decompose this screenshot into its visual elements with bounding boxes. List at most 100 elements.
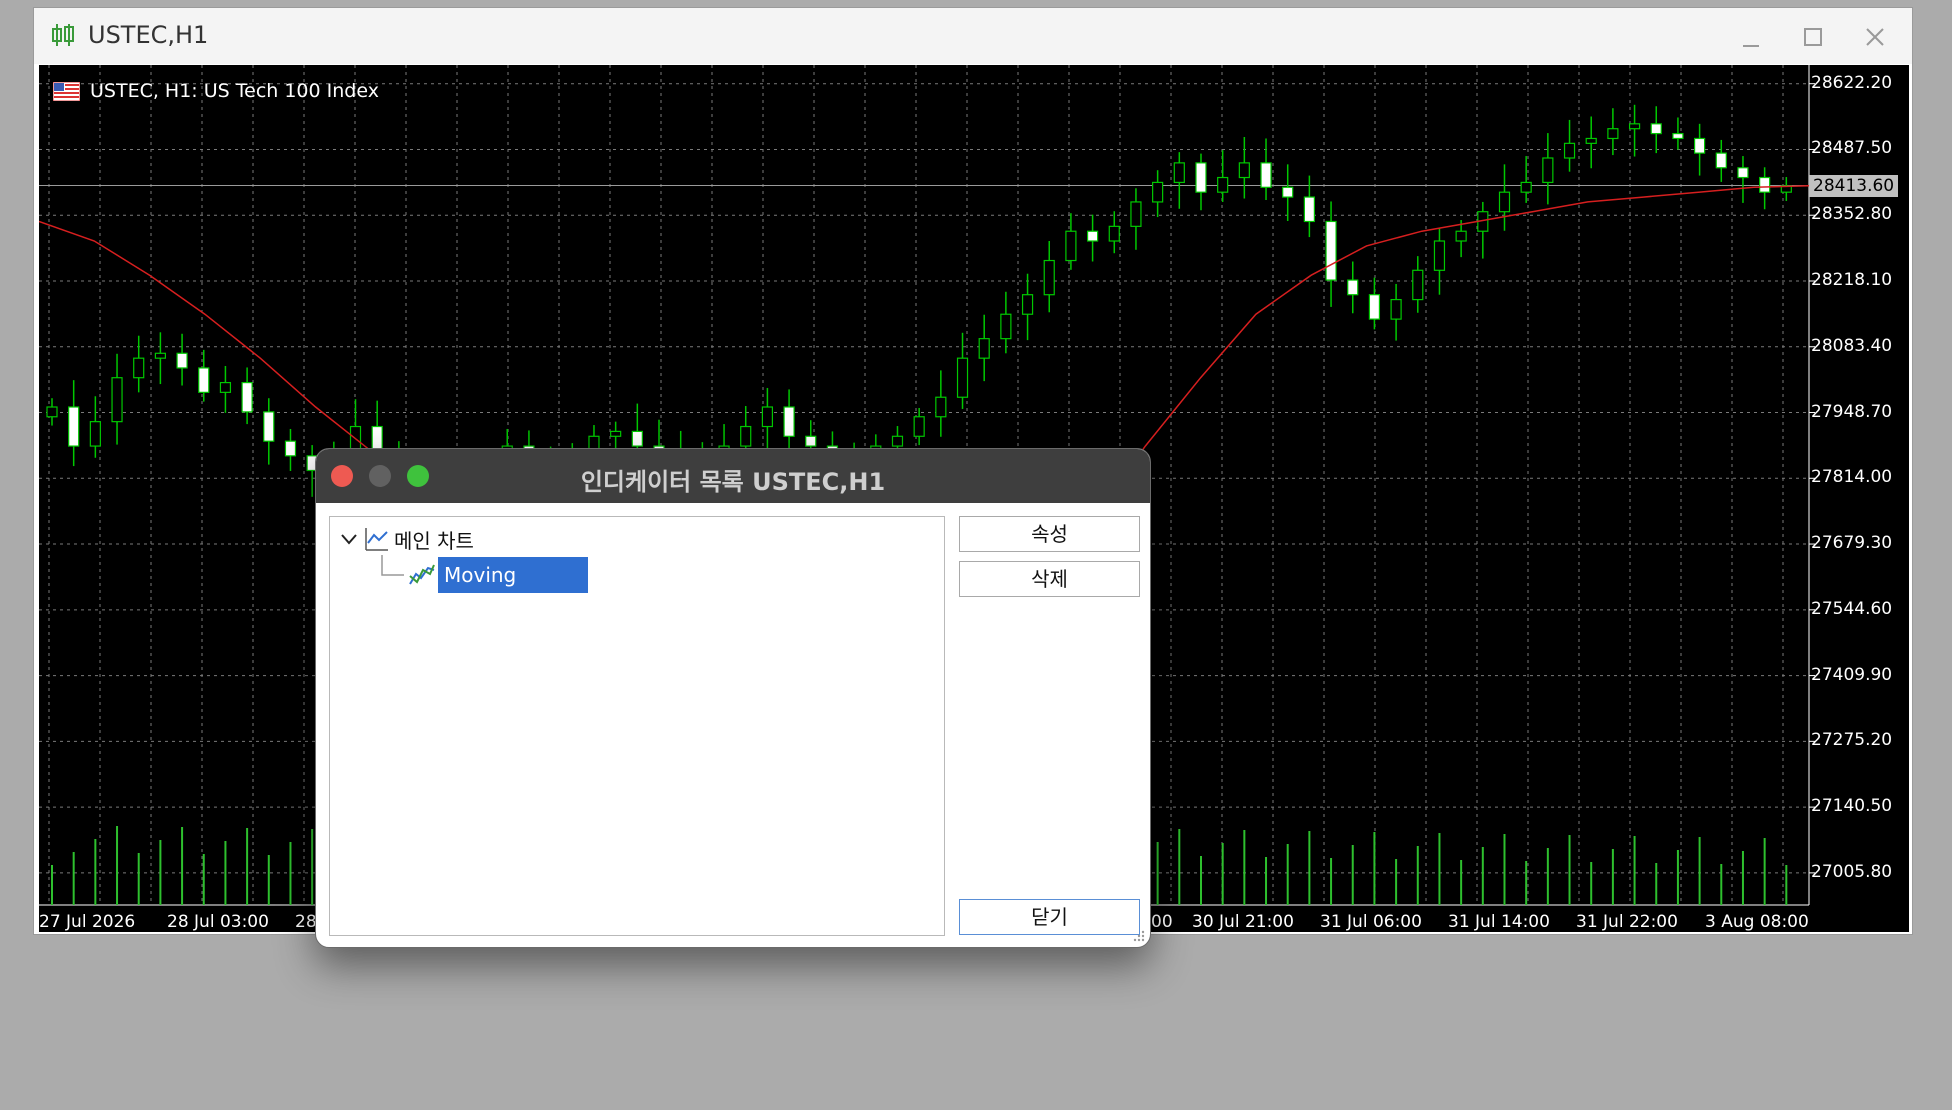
window-title: USTEC,H1 (88, 21, 209, 49)
candle-down (198, 367, 210, 393)
dialog-titlebar[interactable]: 인디케이터 목록 USTEC,H1 (316, 449, 1150, 503)
candle-down (1086, 230, 1099, 242)
price-axis-label: 27409.90 (1811, 664, 1893, 685)
candle-up (1563, 142, 1576, 159)
price-axis-label: 27948.70 (1811, 401, 1893, 422)
resize-grip-icon[interactable] (1132, 929, 1146, 943)
candle-down (1195, 162, 1207, 193)
close-icon[interactable] (1860, 22, 1890, 52)
candle-up (111, 377, 123, 423)
current-price-label: 28413.60 (1809, 174, 1899, 197)
dialog-title: 인디케이터 목록 USTEC,H1 (580, 468, 886, 496)
candle-down (783, 406, 795, 437)
candle-up (1607, 128, 1619, 140)
maximize-icon[interactable] (1798, 22, 1828, 52)
candle-down (1715, 152, 1727, 169)
candle-up (46, 406, 58, 418)
tree-connector (381, 555, 404, 576)
candle-down (1694, 137, 1706, 154)
candle-up (1130, 201, 1142, 227)
price-axis-label: 28487.50 (1811, 138, 1893, 159)
candle-down (1737, 167, 1749, 179)
indicator-list-dialog: 인디케이터 목록 USTEC,H1 메인 차트 Moving Average 속… (315, 448, 1151, 948)
price-axis-label: 27814.00 (1811, 467, 1893, 488)
price-axis-label: 27544.60 (1811, 598, 1893, 619)
moving-average-label[interactable]: Moving Average (438, 557, 588, 623)
candle-down (241, 381, 253, 413)
candle-up (610, 430, 622, 437)
close-button[interactable]: 닫기 (959, 899, 1140, 935)
candle-up (740, 425, 752, 447)
candle-up (1238, 162, 1250, 179)
window-titlebar[interactable]: USTEC,H1 (34, 8, 1912, 64)
candle-down (1650, 123, 1662, 135)
candle-down (1672, 132, 1684, 140)
candle-down (1368, 294, 1381, 320)
candle-up (219, 381, 232, 393)
candle-up (1173, 162, 1185, 184)
candle-down (263, 411, 275, 442)
time-axis-label: 28 Jul 03:00 (167, 912, 269, 932)
price-axis-label: 27275.20 (1811, 730, 1893, 751)
candle-up (1043, 259, 1055, 296)
symbol-text: USTEC, H1: US Tech 100 Index (90, 80, 379, 102)
time-axis-label: 27 Jul 2026 (39, 912, 136, 932)
candle-down (1260, 162, 1272, 188)
main-chart-icon (365, 528, 388, 551)
candle-down (631, 430, 643, 447)
time-axis-label: 28 (295, 912, 317, 932)
candle-up (1520, 181, 1532, 193)
time-axis-label: 31 Jul 14:00 (1448, 912, 1550, 932)
candle-up (1152, 181, 1164, 203)
candle-up (978, 338, 990, 359)
candle-down (176, 352, 188, 369)
price-axis-label: 27679.30 (1811, 533, 1893, 554)
candle-down (1347, 279, 1359, 296)
candle-down (68, 406, 80, 447)
candle-up (1455, 230, 1467, 242)
indicator-tree[interactable]: 메인 차트 Moving Average (329, 516, 945, 936)
candle-down (1325, 220, 1337, 281)
candle-up (1412, 269, 1424, 301)
price-axis-label: 27005.80 (1811, 861, 1893, 882)
candle-down (1303, 196, 1315, 223)
price-axis-label: 28218.10 (1811, 269, 1893, 290)
candle-up (956, 357, 969, 398)
minimize-icon[interactable] (1736, 22, 1766, 52)
candle-down (1282, 186, 1294, 198)
us-flag-icon (53, 81, 80, 101)
chevron-down-icon[interactable] (338, 528, 360, 550)
candle-down (284, 440, 297, 457)
moving-average-icon (409, 564, 435, 585)
price-axis-label: 28622.20 (1811, 72, 1893, 93)
candle-up (891, 435, 904, 447)
candlestick-app-icon (52, 24, 74, 46)
candle-up (133, 357, 145, 379)
candle-down (805, 435, 817, 447)
candle-up (1065, 230, 1077, 262)
candle-up (1433, 240, 1446, 271)
delete-button[interactable]: 삭제 (959, 561, 1140, 597)
candle-up (154, 352, 166, 359)
properties-button[interactable]: 속성 (959, 516, 1140, 552)
chart-symbol-label: USTEC, H1: US Tech 100 Index (53, 80, 379, 102)
candle-up (913, 416, 925, 437)
tree-root-row[interactable]: 메인 차트 (338, 521, 474, 557)
candle-up (1628, 123, 1641, 130)
time-axis-label: 3 Aug 08:00 (1705, 912, 1809, 932)
candle-up (1498, 191, 1511, 213)
price-axis-label: 27140.50 (1811, 796, 1893, 817)
time-axis-label: 31 Jul 22:00 (1576, 912, 1678, 932)
time-axis-label: 31 Jul 06:00 (1320, 912, 1422, 932)
candle-up (1542, 157, 1554, 184)
tree-root-label: 메인 차트 (394, 528, 474, 553)
candle-up (761, 406, 774, 428)
tree-child-moving-average[interactable]: Moving Average (408, 557, 588, 623)
candle-up (89, 421, 101, 447)
candle-up (1021, 294, 1034, 315)
candle-up (1585, 137, 1597, 144)
time-axis-label: 30 Jul 21:00 (1192, 912, 1294, 932)
price-axis-label: 28083.40 (1811, 335, 1893, 356)
candle-up (1000, 313, 1012, 340)
candle-down (1759, 176, 1771, 193)
